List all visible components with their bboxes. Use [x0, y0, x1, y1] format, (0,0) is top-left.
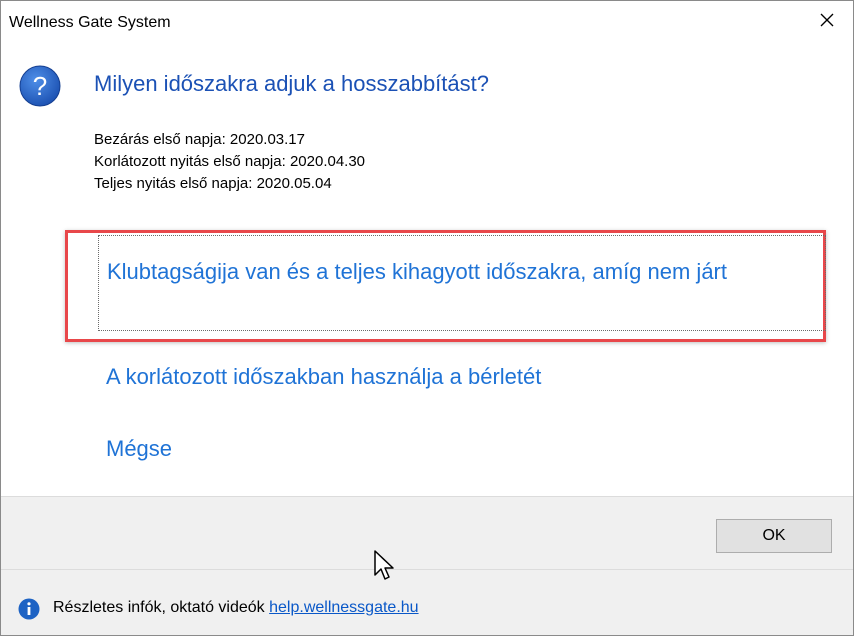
footer-bar: Részletes infók, oktató videók help.well… — [1, 569, 853, 635]
close-button[interactable] — [807, 5, 847, 35]
button-bar: OK — [1, 496, 853, 570]
question-icon: ? — [19, 65, 61, 107]
limited-opening-date-line: Korlátozott nyitás első napja: 2020.04.3… — [94, 153, 366, 170]
close-icon — [820, 13, 834, 27]
command-link-cancel[interactable]: Mégse — [106, 433, 172, 465]
dialog-window: Wellness Gate System ? Milyen időszakra … — [0, 0, 854, 636]
title-bar: Wellness Gate System — [1, 1, 853, 45]
main-instruction: Milyen időszakra adjuk a hosszabbítást? — [94, 71, 489, 96]
command-link-full-period[interactable]: Klubtagságija van és a teljes kihagyott … — [98, 235, 826, 331]
info-icon — [18, 598, 40, 620]
help-link[interactable]: help.wellnessgate.hu — [269, 599, 418, 616]
command-link-limited-period[interactable]: A korlátozott időszakban használja a bér… — [106, 361, 541, 393]
footer-label: Részletes infók, oktató videók — [53, 599, 265, 616]
mouse-cursor-icon — [374, 550, 394, 580]
content-text: Bezárás első napja: 2020.03.17 Korlátozo… — [94, 129, 365, 195]
full-opening-date-line: Teljes nyitás első napja: 2020.05.04 — [94, 175, 332, 192]
closing-date-line: Bezárás első napja: 2020.03.17 — [94, 131, 305, 148]
ok-button[interactable]: OK — [716, 519, 832, 553]
window-title: Wellness Gate System — [9, 14, 171, 31]
svg-text:?: ? — [33, 71, 47, 101]
footer-text: Részletes infók, oktató videók help.well… — [53, 599, 419, 617]
